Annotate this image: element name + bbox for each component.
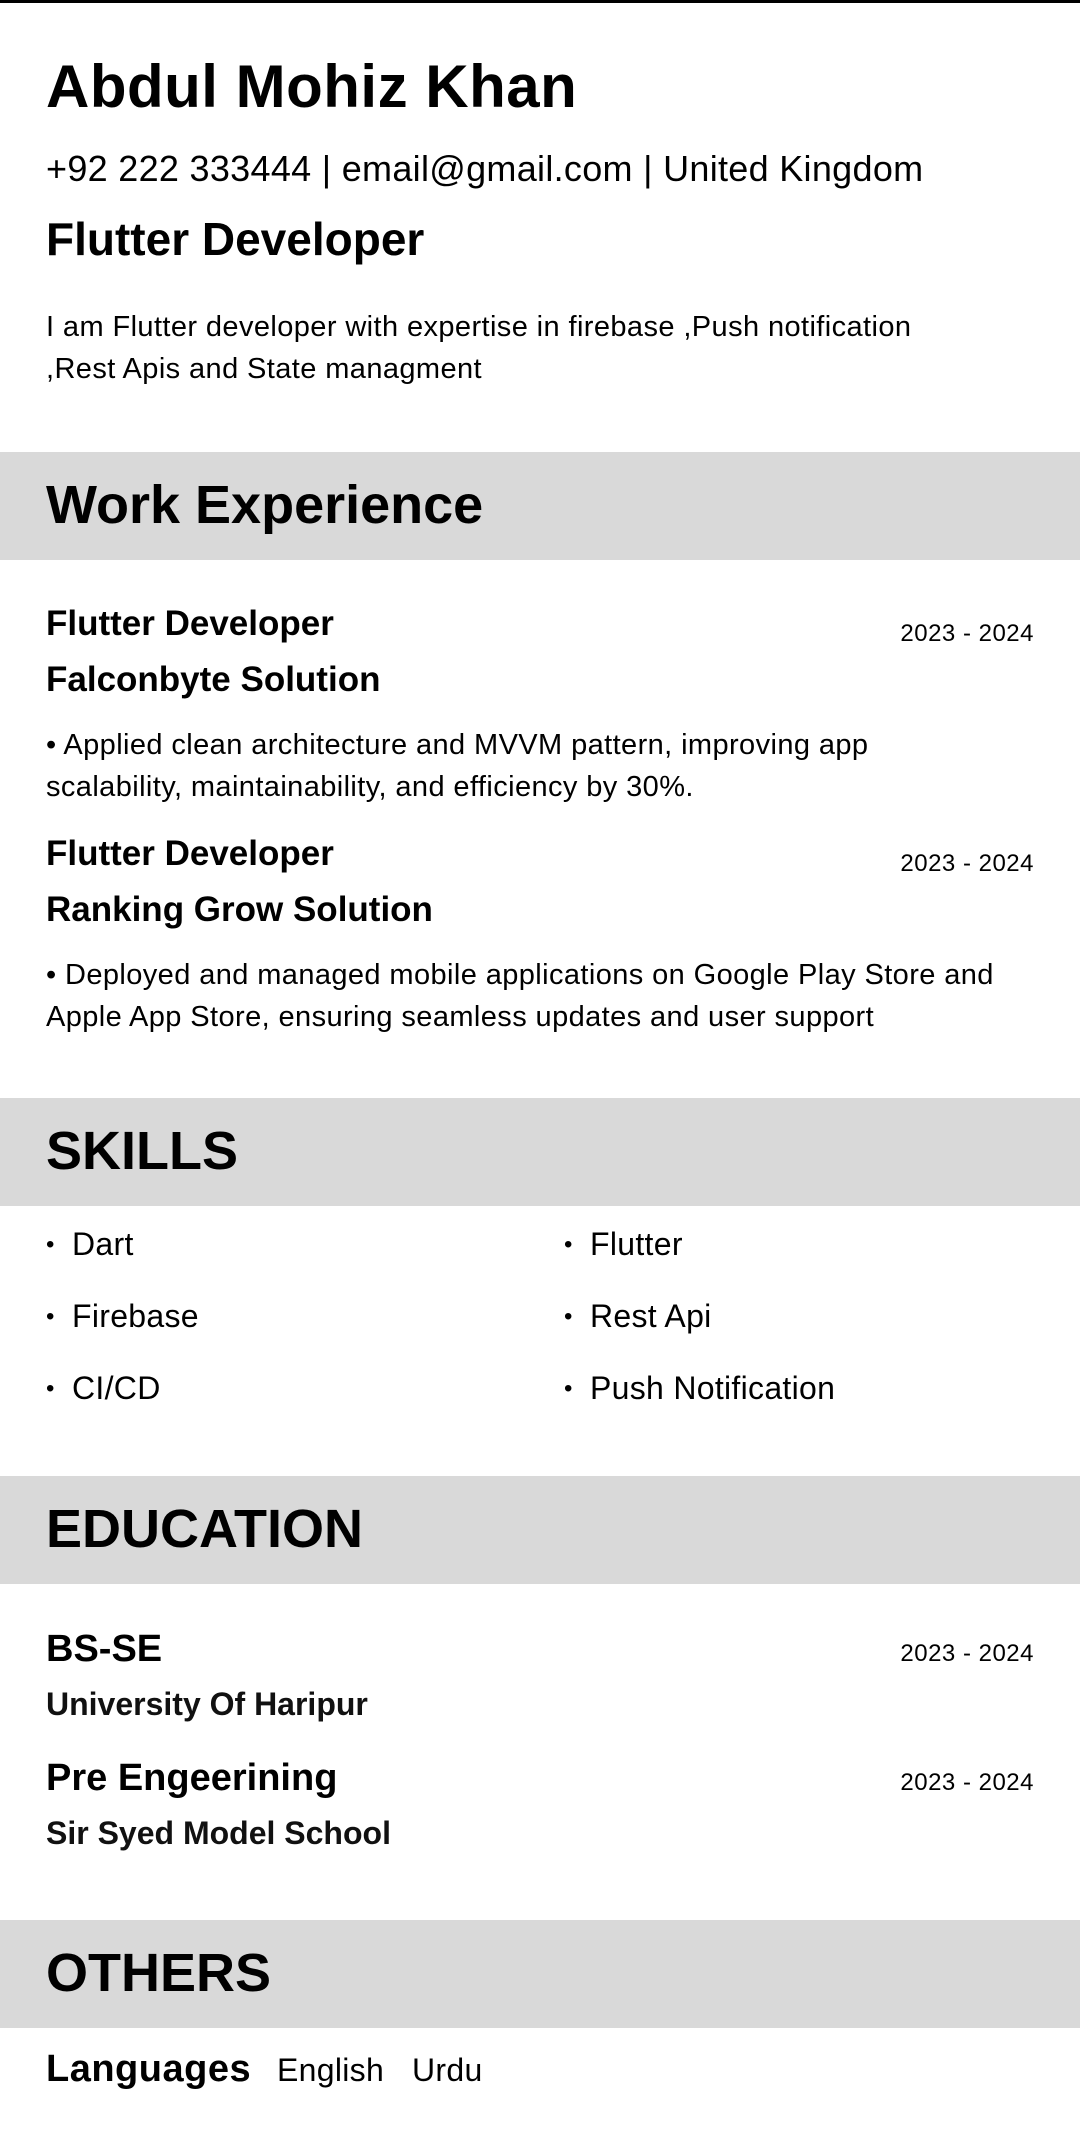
skill-item: • Rest Api bbox=[564, 1298, 712, 1335]
work-description: • Deployed and managed mobile applicatio… bbox=[46, 959, 994, 1033]
skill-label: Dart bbox=[72, 1226, 134, 1262]
education-school: University Of Haripur bbox=[46, 1686, 368, 1722]
bullet-icon: • bbox=[46, 1231, 55, 1258]
work-dates: 2023 - 2024 bbox=[900, 850, 1034, 877]
bullet-icon: • bbox=[564, 1231, 573, 1258]
bullet-icon: • bbox=[564, 1303, 573, 1330]
language-item: Urdu bbox=[412, 2052, 483, 2088]
work-position: Flutter Developer bbox=[46, 834, 334, 873]
education-school: Sir Syed Model School bbox=[46, 1815, 391, 1851]
skill-item: • Firebase bbox=[46, 1298, 199, 1335]
education-dates: 2023 - 2024 bbox=[900, 1769, 1034, 1796]
skill-label: CI/CD bbox=[72, 1370, 161, 1406]
education-degree: Pre Engeerining bbox=[46, 1757, 338, 1799]
skill-label: Flutter bbox=[590, 1226, 683, 1262]
resume-page: Abdul Mohiz Khan +92 222 333444 | email@… bbox=[0, 0, 1080, 2130]
bullet-icon: • bbox=[564, 1375, 573, 1402]
work-company: Falconbyte Solution bbox=[46, 660, 381, 699]
work-experience-header: Work Experience bbox=[0, 452, 1080, 560]
skills-header: SKILLS bbox=[0, 1098, 1080, 1206]
skill-item: • Dart bbox=[46, 1226, 134, 1263]
skill-item: • Flutter bbox=[564, 1226, 683, 1263]
bullet-icon: • bbox=[46, 1375, 55, 1402]
education-degree: BS-SE bbox=[46, 1628, 163, 1670]
others-header: OTHERS bbox=[0, 1920, 1080, 2028]
top-rule bbox=[0, 0, 1080, 3]
education-header: EDUCATION bbox=[0, 1476, 1080, 1584]
work-experience-title: Work Experience bbox=[46, 475, 484, 535]
language-item: English bbox=[277, 2052, 385, 2088]
skills-title: SKILLS bbox=[46, 1121, 239, 1181]
contact-line: +92 222 333444 | email@gmail.com | Unite… bbox=[46, 148, 924, 189]
languages-label: Languages bbox=[46, 2048, 252, 2090]
skill-label: Rest Api bbox=[590, 1298, 712, 1334]
skill-item: • CI/CD bbox=[46, 1370, 161, 1407]
work-dates: 2023 - 2024 bbox=[900, 620, 1034, 647]
work-description: • Applied clean architecture and MVVM pa… bbox=[46, 729, 869, 803]
others-title: OTHERS bbox=[46, 1943, 272, 2003]
work-position: Flutter Developer bbox=[46, 604, 334, 643]
skill-label: Firebase bbox=[72, 1298, 199, 1334]
profile-summary: I am Flutter developer with expertise in… bbox=[46, 311, 912, 385]
skill-label: Push Notification bbox=[590, 1370, 836, 1406]
job-role: Flutter Developer bbox=[46, 213, 425, 265]
candidate-name: Abdul Mohiz Khan bbox=[46, 53, 578, 120]
skill-item: • Push Notification bbox=[564, 1370, 835, 1407]
education-title: EDUCATION bbox=[46, 1499, 363, 1559]
bullet-icon: • bbox=[46, 1303, 55, 1330]
work-company: Ranking Grow Solution bbox=[46, 890, 433, 929]
education-dates: 2023 - 2024 bbox=[900, 1640, 1034, 1667]
